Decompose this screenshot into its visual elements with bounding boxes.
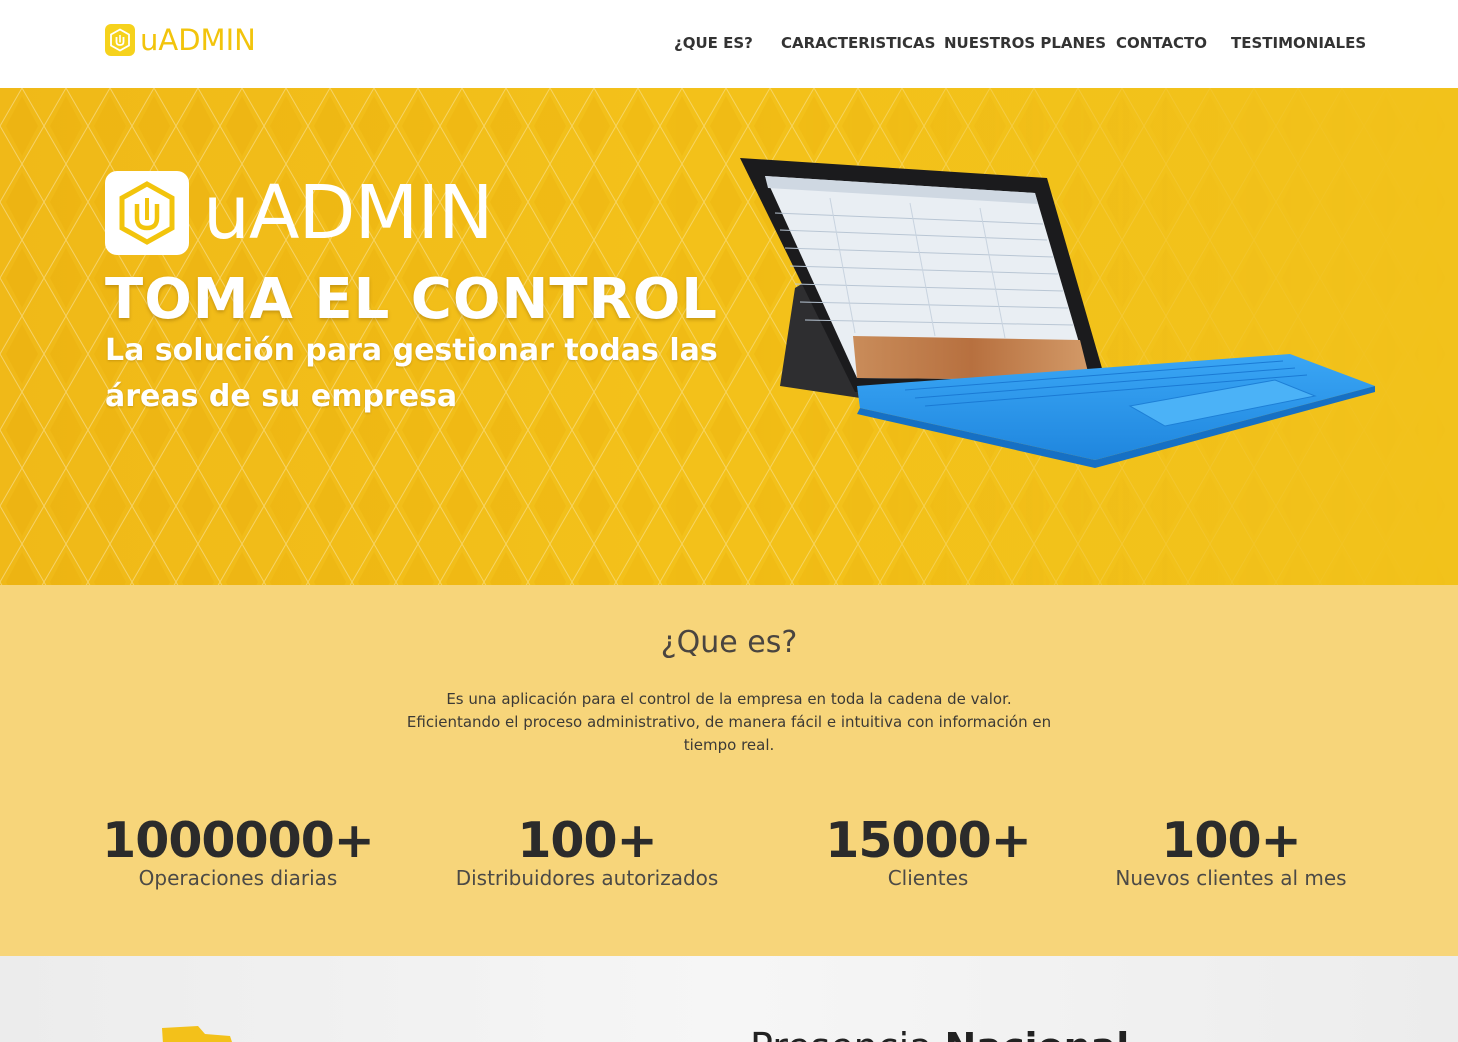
- hero-brand-text: uADMIN: [203, 170, 494, 256]
- stat-label: Nuevos clientes al mes: [1115, 866, 1347, 890]
- about-section: ¿Que es? Es una aplicación para el contr…: [0, 585, 1458, 956]
- stat-number: 100+: [1161, 812, 1301, 869]
- stat-item: 1000000+ Operaciones diarias: [98, 812, 378, 892]
- stat-item: 100+ Nuevos clientes al mes: [1091, 812, 1371, 892]
- about-description: Es una aplicación para el control de la …: [406, 690, 1052, 754]
- nav-link-testimoniales[interactable]: TESTIMONIALES: [1231, 32, 1366, 54]
- nav-link-nuestros-planes[interactable]: NUESTROS PLANES: [944, 32, 1106, 54]
- stat-item: 15000+ Clientes: [788, 812, 1068, 892]
- hero-banner: uADMIN TOMA EL CONTROL La solución para …: [0, 88, 1458, 585]
- hero-subtitle: La solución para gestionar todas las áre…: [105, 333, 718, 414]
- presence-heading-normal: Presencia: [750, 1025, 945, 1042]
- about-title: ¿Que es?: [660, 625, 798, 660]
- hero-title: TOMA EL CONTROL: [105, 267, 718, 332]
- presence-section: Presencia Nacional: [0, 956, 1458, 1042]
- stat-label: Distribuidores autorizados: [455, 866, 719, 890]
- nav-link-caracteristicas[interactable]: CARACTERISTICAS: [781, 32, 935, 54]
- stat-item: 100+ Distribuidores autorizados: [447, 812, 727, 892]
- presence-heading-bold: Nacional: [945, 1025, 1130, 1042]
- stat-label: Operaciones diarias: [138, 866, 338, 890]
- hero-brand: uADMIN: [105, 170, 494, 256]
- hero-hexagon-logo-icon: [105, 171, 189, 255]
- map-shape-icon: [162, 1026, 232, 1042]
- stat-number: 15000+: [825, 812, 1032, 869]
- site-header: uADMIN ¿QUE ES? CARACTERISTICAS NUESTROS…: [0, 0, 1458, 88]
- tablet-laptop-image: [740, 158, 1375, 468]
- presence-heading: Presencia Nacional: [750, 1024, 1129, 1042]
- main-nav: ¿QUE ES? CARACTERISTICAS NUESTROS PLANES…: [0, 32, 1458, 54]
- nav-link-que-es[interactable]: ¿QUE ES?: [674, 32, 753, 54]
- nav-link-contacto[interactable]: CONTACTO: [1116, 32, 1207, 54]
- stat-number: 1000000+: [102, 812, 375, 869]
- stat-number: 100+: [517, 812, 657, 869]
